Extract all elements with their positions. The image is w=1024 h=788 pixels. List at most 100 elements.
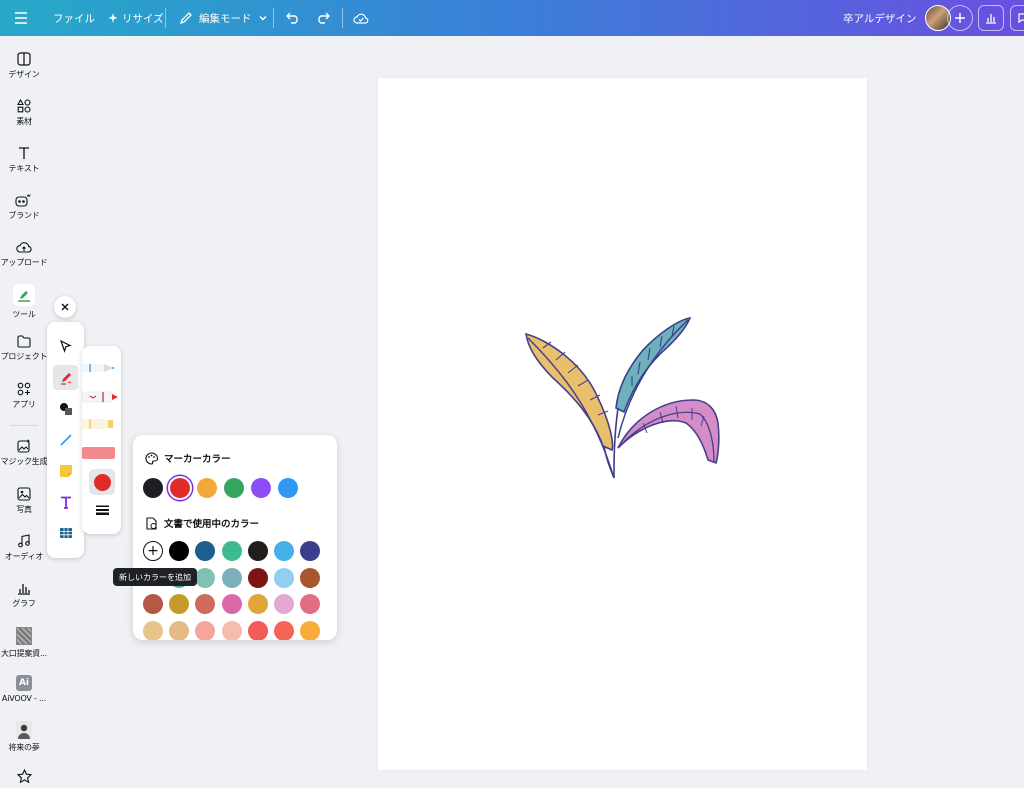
sidebar-item-projects[interactable]: プロジェクト xyxy=(0,335,48,362)
marker-color-swatch[interactable] xyxy=(278,478,298,498)
pen-color-button[interactable] xyxy=(89,469,115,495)
marker-color-swatch[interactable] xyxy=(170,478,190,498)
pen-types-toolbar xyxy=(82,346,121,534)
sidebar-item-brand[interactable]: ブランド xyxy=(0,193,48,221)
close-draw-panel-button[interactable] xyxy=(54,296,76,318)
star-icon xyxy=(16,769,32,784)
document-color-swatch[interactable] xyxy=(221,594,242,614)
file-menu-button[interactable]: ファイル xyxy=(53,0,95,36)
marker-icon xyxy=(82,391,118,403)
thumbnail-icon xyxy=(16,627,32,645)
cloud-save-status[interactable] xyxy=(353,0,369,36)
document-color-swatch[interactable] xyxy=(247,541,268,561)
cloud-check-icon xyxy=(353,13,369,24)
sidebar-item-label: プロジェクト xyxy=(0,352,48,361)
line-icon xyxy=(59,433,72,446)
undo-button[interactable] xyxy=(286,0,300,36)
sidebar-item-aivoov[interactable]: Ai AiVOOV - ... xyxy=(0,675,48,703)
sidebar-item-label: マジック生成 xyxy=(0,457,48,466)
document-color-swatch[interactable] xyxy=(195,594,216,614)
document-color-swatch[interactable] xyxy=(274,541,294,561)
document-color-swatch[interactable] xyxy=(195,567,216,588)
menu-button[interactable] xyxy=(14,0,28,36)
document-color-swatch[interactable] xyxy=(300,541,321,561)
document-color-heading: 文書で使用中のカラー xyxy=(145,516,259,530)
sidebar-item-charts[interactable]: グラフ xyxy=(0,581,48,609)
add-color-button[interactable]: + xyxy=(143,541,163,561)
sidebar-item-text[interactable]: テキスト xyxy=(0,146,48,174)
select-tool[interactable] xyxy=(53,334,78,359)
chevron-down-icon xyxy=(259,16,266,21)
document-color-label: 文書で使用中のカラー xyxy=(164,519,260,530)
sticky-note-tool[interactable] xyxy=(53,458,78,483)
highlighter-option[interactable] xyxy=(82,416,121,432)
document-color-swatch[interactable] xyxy=(221,567,242,588)
file-menu-label: ファイル xyxy=(53,12,95,25)
document-color-swatch[interactable] xyxy=(247,594,268,614)
document-color-swatch[interactable] xyxy=(195,620,216,640)
shape-tool[interactable] xyxy=(53,396,78,421)
redo-button[interactable] xyxy=(316,0,330,36)
top-bar: ファイル リサイズ 編集モード 卒アルデザイン xyxy=(0,0,1024,36)
stroke-weight-button[interactable] xyxy=(89,499,115,521)
document-color-swatch[interactable] xyxy=(221,541,242,561)
eraser-option[interactable] xyxy=(82,445,121,459)
document-color-swatch[interactable] xyxy=(169,620,190,640)
marker-color-swatch[interactable] xyxy=(197,478,217,498)
sidebar-item-starred[interactable] xyxy=(0,769,48,784)
folder-icon xyxy=(17,335,31,348)
edit-mode-dropdown[interactable]: 編集モード xyxy=(179,0,268,36)
document-color-swatch[interactable] xyxy=(169,541,190,561)
document-color-swatch[interactable] xyxy=(274,620,294,640)
document-color-swatch[interactable] xyxy=(300,567,321,588)
table-tool[interactable] xyxy=(53,520,78,545)
upload-cloud-icon xyxy=(16,242,32,253)
sidebar-item-proposal-doc[interactable]: 大口提案資... xyxy=(0,627,48,659)
text-tool[interactable] xyxy=(53,489,78,514)
marker-color-swatch[interactable] xyxy=(224,478,244,498)
sidebar-item-photos[interactable]: 写真 xyxy=(0,487,48,515)
sidebar-item-uploads[interactable]: アップロード xyxy=(0,240,48,268)
comment-icon xyxy=(1018,13,1024,24)
document-color-swatch[interactable] xyxy=(143,594,163,614)
sidebar-item-label: グラフ xyxy=(12,599,36,608)
comments-button[interactable] xyxy=(1010,5,1024,31)
apps-icon xyxy=(17,382,31,396)
marker-color-label: マーカーカラー xyxy=(164,454,231,465)
document-color-swatch[interactable] xyxy=(143,620,163,640)
document-color-swatch[interactable] xyxy=(274,594,294,614)
marker-color-swatch[interactable] xyxy=(143,478,163,498)
document-color-swatch[interactable] xyxy=(247,620,268,640)
pen-option[interactable] xyxy=(82,360,121,374)
music-icon xyxy=(18,534,30,548)
document-color-swatch[interactable] xyxy=(300,594,321,614)
document-color-swatch[interactable] xyxy=(247,567,268,588)
sidebar-item-magic-media[interactable]: マジック生成 xyxy=(0,439,48,467)
resize-button[interactable]: リサイズ xyxy=(108,0,164,36)
insights-button[interactable] xyxy=(978,5,1004,31)
line-tool[interactable] xyxy=(53,427,78,452)
add-collaborator-button[interactable] xyxy=(947,5,973,31)
sidebar-item-future-dream[interactable]: 将来の夢 xyxy=(0,721,48,753)
project-title[interactable]: 卒アルデザイン xyxy=(843,0,916,36)
sidebar-item-audio[interactable]: オーディオ xyxy=(0,534,48,562)
banana-leaves-illustration[interactable] xyxy=(378,78,867,770)
sidebar-item-apps[interactable]: アプリ xyxy=(0,382,48,410)
document-color-swatch[interactable] xyxy=(221,620,242,640)
design-page[interactable] xyxy=(378,78,867,770)
sidebar-item-label: 大口提案資... xyxy=(0,649,48,658)
document-color-swatch[interactable] xyxy=(169,594,190,614)
document-color-swatch[interactable] xyxy=(195,541,216,561)
line-weight-icon xyxy=(95,505,109,515)
pen-tool[interactable] xyxy=(53,365,78,390)
sidebar-item-elements[interactable]: 素材 xyxy=(0,99,48,127)
document-color-swatch[interactable] xyxy=(274,567,294,588)
sidebar-item-tools[interactable]: ツール xyxy=(0,284,48,320)
photo-icon xyxy=(17,487,31,501)
document-color-swatch[interactable] xyxy=(300,620,321,640)
color-picker-panel: マーカーカラー 文書で使用中のカラー + xyxy=(133,435,337,640)
pen-icon xyxy=(82,364,115,372)
sidebar-item-design[interactable]: デザイン xyxy=(0,52,48,80)
marker-color-swatch[interactable] xyxy=(251,478,271,498)
marker-option[interactable] xyxy=(82,389,121,403)
